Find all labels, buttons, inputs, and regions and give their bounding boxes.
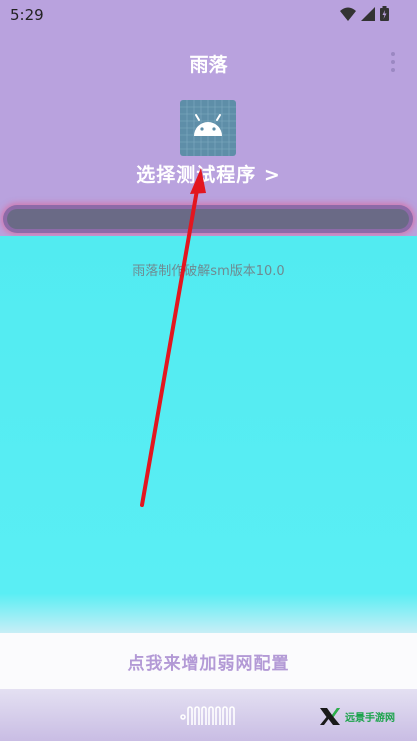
add-weak-network-button[interactable]: 点我来增加弱网配置	[0, 649, 417, 674]
action-bar: 点我来增加弱网配置	[0, 633, 417, 689]
progress-bar	[3, 205, 413, 233]
app-title: 雨落	[189, 54, 228, 76]
watermark: 远景手游网	[318, 706, 395, 726]
watermark-text: 远景手游网	[345, 712, 395, 724]
signal-icon	[361, 6, 375, 21]
home-indicator-icon	[180, 706, 235, 725]
wifi-icon	[340, 7, 356, 21]
log-text: 雨落制作破解sm版本10.0	[132, 264, 285, 279]
android-icon[interactable]	[180, 100, 236, 156]
status-time: 5:29	[10, 6, 44, 24]
app-bar: 雨落	[0, 30, 417, 92]
log-panel: 雨落制作破解sm版本10.0	[0, 236, 417, 633]
watermark-logo-icon	[320, 708, 340, 725]
bottom-band: 远景手游网	[0, 689, 417, 741]
status-bar: 5:29	[0, 0, 417, 30]
select-program-button[interactable]: 选择测试程序 >	[0, 160, 417, 187]
battery-icon	[380, 6, 389, 21]
more-icon[interactable]	[389, 52, 397, 74]
